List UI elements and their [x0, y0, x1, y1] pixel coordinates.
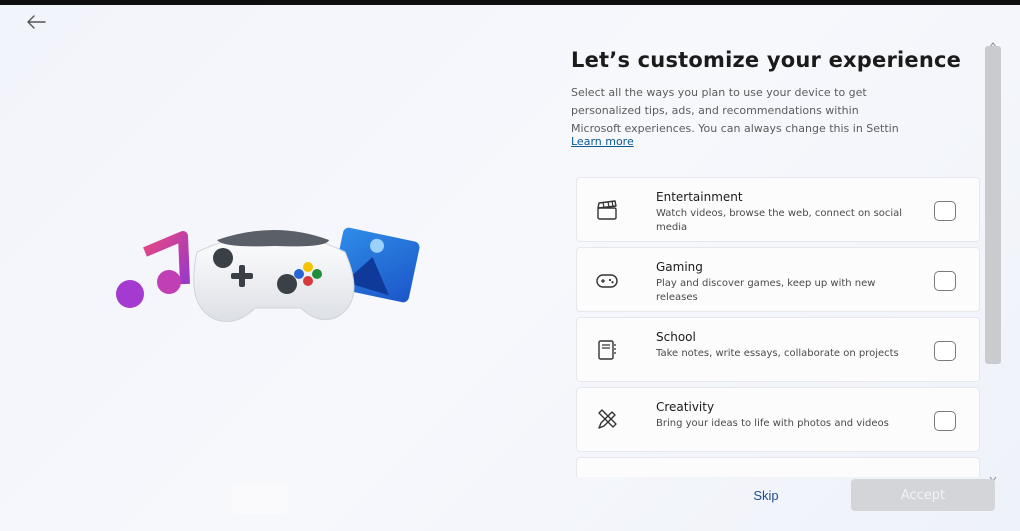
page-description: Select all the ways you plan to use your…: [571, 84, 985, 138]
option-title: Creativity: [656, 400, 715, 414]
option-creativity[interactable]: Creativity Bring your ideas to life with…: [576, 387, 980, 452]
notebook-icon: [594, 337, 620, 363]
music-note-icon: [116, 231, 190, 308]
creativity-checkbox[interactable]: [934, 411, 956, 431]
option-partial[interactable]: [576, 457, 980, 477]
option-description: Watch videos, browse the web, connect on…: [656, 208, 903, 233]
arrow-left-icon[interactable]: [22, 10, 50, 34]
pencil-ruler-icon: [594, 407, 620, 433]
scrollbar[interactable]: [985, 30, 1001, 482]
customize-panel: Let’s customize your experience Select a…: [560, 40, 985, 530]
option-school[interactable]: School Take notes, write essays, collabo…: [576, 317, 980, 382]
game-controller-icon: [193, 230, 355, 322]
description-line: personalized tips, ads, and recommendati…: [571, 104, 859, 117]
accept-button[interactable]: Accept: [851, 479, 995, 511]
option-title: Gaming: [656, 260, 703, 274]
option-description: Bring your ideas to life with photos and…: [656, 418, 889, 429]
option-entertainment[interactable]: Entertainment Watch videos, browse the w…: [576, 177, 980, 242]
option-description: Take notes, write essays, collaborate on…: [656, 348, 899, 359]
school-checkbox[interactable]: [934, 341, 956, 361]
oobe-screen: Let’s customize your experience Select a…: [0, 0, 1020, 531]
entertainment-checkbox[interactable]: [934, 201, 956, 221]
chevron-up-icon[interactable]: [989, 34, 997, 48]
learn-more-link[interactable]: Learn more: [571, 135, 634, 148]
option-title: School: [656, 330, 696, 344]
scrollbar-thumb[interactable]: [985, 46, 1001, 364]
option-description: Play and discover games, keep up with ne…: [656, 278, 876, 303]
gaming-checkbox[interactable]: [934, 271, 956, 291]
skip-button[interactable]: Skip: [724, 480, 808, 510]
top-bar: [0, 0, 1020, 5]
description-line: Select all the ways you plan to use your…: [571, 86, 867, 99]
option-gaming[interactable]: Gaming Play and discover games, keep up …: [576, 247, 980, 312]
background-shape: [232, 484, 288, 514]
options-list: Entertainment Watch videos, browse the w…: [576, 177, 980, 477]
page-title: Let’s customize your experience: [571, 48, 962, 72]
gamepad-icon: [594, 267, 620, 293]
clapperboard-icon: [594, 197, 620, 223]
option-title: Entertainment: [656, 190, 743, 204]
hero-illustration: [105, 222, 425, 337]
chevron-down-icon[interactable]: [989, 468, 997, 482]
